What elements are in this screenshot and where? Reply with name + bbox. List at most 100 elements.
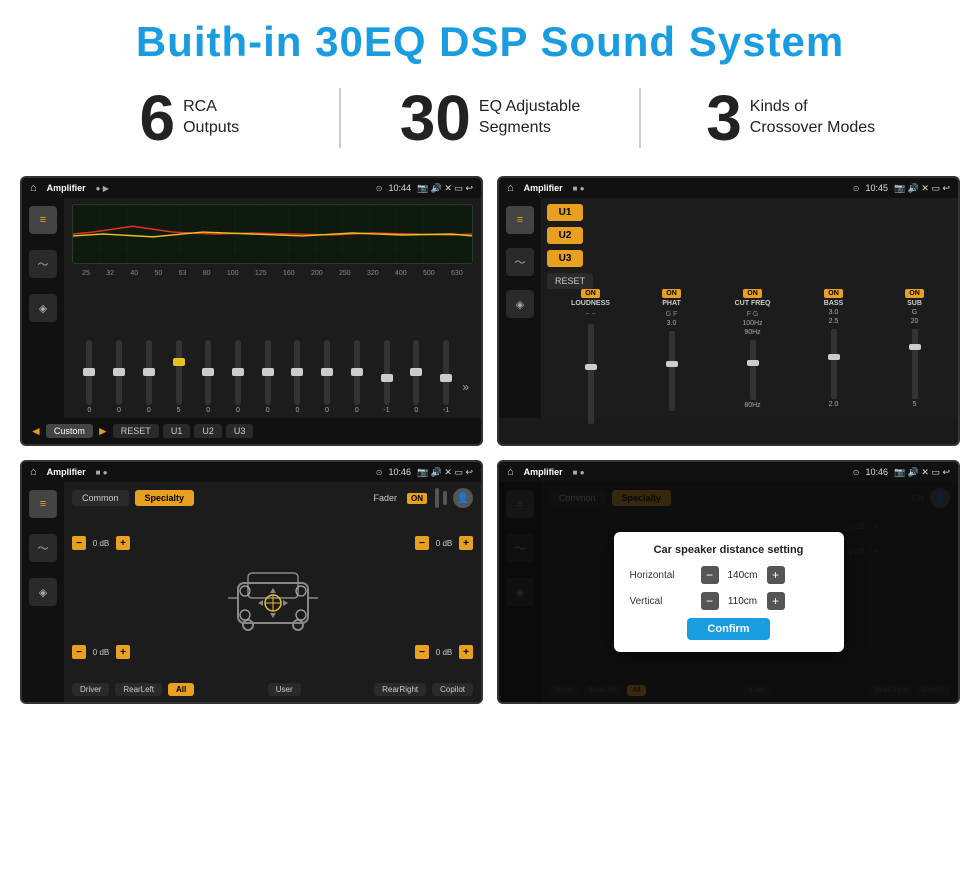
eq-icon-vol[interactable]: ◈ xyxy=(29,294,57,322)
fader-title: Amplifier xyxy=(47,467,86,477)
db-tr-plus[interactable]: + xyxy=(459,536,473,550)
u3-btn[interactable]: U3 xyxy=(547,250,583,267)
eq-bottom-bar: ◄ Custom ► RESET U1 U2 U3 xyxy=(22,418,481,444)
db-tr-minus[interactable]: − xyxy=(415,536,429,550)
horizontal-minus-btn[interactable]: − xyxy=(701,566,719,584)
cross-icon-wave[interactable]: 〜 xyxy=(506,248,534,276)
db-bot-left: − 0 dB + xyxy=(72,645,130,659)
u1-btn[interactable]: U1 xyxy=(547,204,583,221)
fader-tabs: Common Specialty Fader ON 👤 xyxy=(72,488,473,508)
eq-u1-btn[interactable]: U1 xyxy=(163,424,191,438)
vertical-ctrl: − 110cm + xyxy=(701,592,785,610)
cross-icon-eq[interactable]: ≡ xyxy=(506,206,534,234)
dialog-horizontal-row: Horizontal − 140cm + xyxy=(630,566,828,584)
fader-icon-vol[interactable]: ◈ xyxy=(29,578,57,606)
vertical-value: 110cm xyxy=(723,596,763,607)
db-tl-minus[interactable]: − xyxy=(72,536,86,550)
fader-content: ≡ 〜 ◈ Common Specialty Fader ON 👤 xyxy=(22,482,481,702)
screens-grid: ⌂ Amplifier ● ▶ ⊙ 10:44 📷 🔊 ✕ ▭ ↩ ≡ 〜 ◈ xyxy=(0,168,980,724)
eq-reset-btn[interactable]: RESET xyxy=(113,424,159,438)
fader-on-badge: ON xyxy=(407,493,427,504)
phat-label: PHAT xyxy=(662,300,681,307)
db-top-right: − 0 dB + xyxy=(415,536,473,550)
vertical-label: Vertical xyxy=(630,596,695,607)
horizontal-plus-btn[interactable]: + xyxy=(767,566,785,584)
slider-10: 0 xyxy=(343,340,370,414)
home-icon-3[interactable]: ⌂ xyxy=(30,466,37,478)
tab-specialty[interactable]: Specialty xyxy=(135,490,195,506)
eq-freq-labels: 253240506380100125160200250320400500630 xyxy=(72,270,473,277)
dialog-title-bar: Amplifier xyxy=(524,467,563,477)
loudness-on: ON xyxy=(581,289,600,298)
eq-graph xyxy=(72,204,473,264)
fader-icon-wave[interactable]: 〜 xyxy=(29,534,57,562)
confirm-button[interactable]: Confirm xyxy=(687,618,769,640)
stat-crossover: 3 Kinds of Crossover Modes xyxy=(661,86,920,150)
eq-u3-btn[interactable]: U3 xyxy=(226,424,254,438)
home-icon-4[interactable]: ⌂ xyxy=(507,466,514,478)
stat-rca: 6 RCA Outputs xyxy=(60,86,319,150)
slider-9: 0 xyxy=(314,340,341,414)
eq-icon-wave[interactable]: 〜 xyxy=(29,250,57,278)
vertical-minus-btn[interactable]: − xyxy=(701,592,719,610)
db-bl-val: 0 dB xyxy=(89,648,113,657)
crossover-screen: ⌂ Amplifier ■ ● ⊙ 10:45 📷 🔊 ✕ ▭ ↩ ≡ 〜 ◈ … xyxy=(497,176,960,446)
stat-eq: 30 EQ Adjustable Segments xyxy=(361,86,620,150)
eq-u2-btn[interactable]: U2 xyxy=(194,424,222,438)
eq-status-bar: ⌂ Amplifier ● ▶ ⊙ 10:44 📷 🔊 ✕ ▭ ↩ xyxy=(22,178,481,198)
fader-rearright-btn[interactable]: RearRight xyxy=(374,683,426,696)
dialog-box-title: Car speaker distance setting xyxy=(630,544,828,556)
home-icon-2[interactable]: ⌂ xyxy=(507,182,514,194)
dialog-status-bar: ⌂ Amplifier ■ ● ⊙ 10:46 📷 🔊 ✕ ▭ ↩ xyxy=(499,462,958,482)
bass-label: BASS xyxy=(824,300,843,307)
db-bot-right: − 0 dB + xyxy=(415,645,473,659)
fader-user-btn[interactable]: User xyxy=(268,683,301,696)
eq-status-icons: 📷 🔊 ✕ ▭ ↩ xyxy=(417,183,473,194)
cross-reset-btn[interactable]: RESET xyxy=(547,273,593,289)
eq-prev-arrow[interactable]: ◄ xyxy=(30,424,42,438)
slider-3: 0 xyxy=(135,340,162,414)
u-buttons: U1 U2 U3 RESET xyxy=(547,204,946,289)
eq-custom-btn[interactable]: Custom xyxy=(46,424,93,438)
fader-rearleft-btn[interactable]: RearLeft xyxy=(115,683,162,696)
cutfreq-label: CUT FREQ xyxy=(735,300,771,307)
home-icon[interactable]: ⌂ xyxy=(30,182,37,194)
fader-mini-sliders xyxy=(435,488,447,508)
u2-btn[interactable]: U2 xyxy=(547,227,583,244)
slider-4: 5 xyxy=(165,340,192,414)
eq-sidebar: ≡ 〜 ◈ xyxy=(22,198,64,418)
db-bl-minus[interactable]: − xyxy=(72,645,86,659)
avatar-icon: 👤 xyxy=(453,488,473,508)
slider-5: 0 xyxy=(195,340,222,414)
tab-common[interactable]: Common xyxy=(72,490,129,506)
db-tl-val: 0 dB xyxy=(89,539,113,548)
loudness-label: LOUDNESS xyxy=(571,300,610,307)
fader-all-btn[interactable]: All xyxy=(168,683,194,696)
db-bl-plus[interactable]: + xyxy=(116,645,130,659)
cross-time: 10:45 xyxy=(865,183,888,193)
eq-icon-eq[interactable]: ≡ xyxy=(29,206,57,234)
eq-title: Amplifier xyxy=(47,183,86,193)
eq-next-arrow[interactable]: ► xyxy=(97,424,109,438)
db-br-plus[interactable]: + xyxy=(459,645,473,659)
vertical-plus-btn[interactable]: + xyxy=(767,592,785,610)
db-br-minus[interactable]: − xyxy=(415,645,429,659)
fader-icon-eq[interactable]: ≡ xyxy=(29,490,57,518)
slider-7: 0 xyxy=(254,340,281,414)
sub-on: ON xyxy=(905,289,924,298)
car-diagram-svg xyxy=(223,563,323,633)
sub-label: SUB xyxy=(907,300,922,307)
dialog-status-icons: 📷 🔊 ✕ ▭ ↩ xyxy=(894,467,950,478)
eq-content: ≡ 〜 ◈ xyxy=(22,198,481,418)
stat-rca-number: 6 xyxy=(140,86,176,150)
fader-sidebar: ≡ 〜 ◈ xyxy=(22,482,64,702)
cross-title: Amplifier xyxy=(524,183,563,193)
fader-driver-btn[interactable]: Driver xyxy=(72,683,109,696)
stat-rca-label: RCA Outputs xyxy=(183,97,239,139)
cross-icon-vol[interactable]: ◈ xyxy=(506,290,534,318)
fader-copilot-btn[interactable]: Copilot xyxy=(432,683,473,696)
stat-crossover-label: Kinds of Crossover Modes xyxy=(750,97,875,139)
slider-11: -1 xyxy=(373,340,400,414)
fader-screen: ⌂ Amplifier ■ ● ⊙ 10:46 📷 🔊 ✕ ▭ ↩ ≡ 〜 ◈ … xyxy=(20,460,483,704)
db-tl-plus[interactable]: + xyxy=(116,536,130,550)
